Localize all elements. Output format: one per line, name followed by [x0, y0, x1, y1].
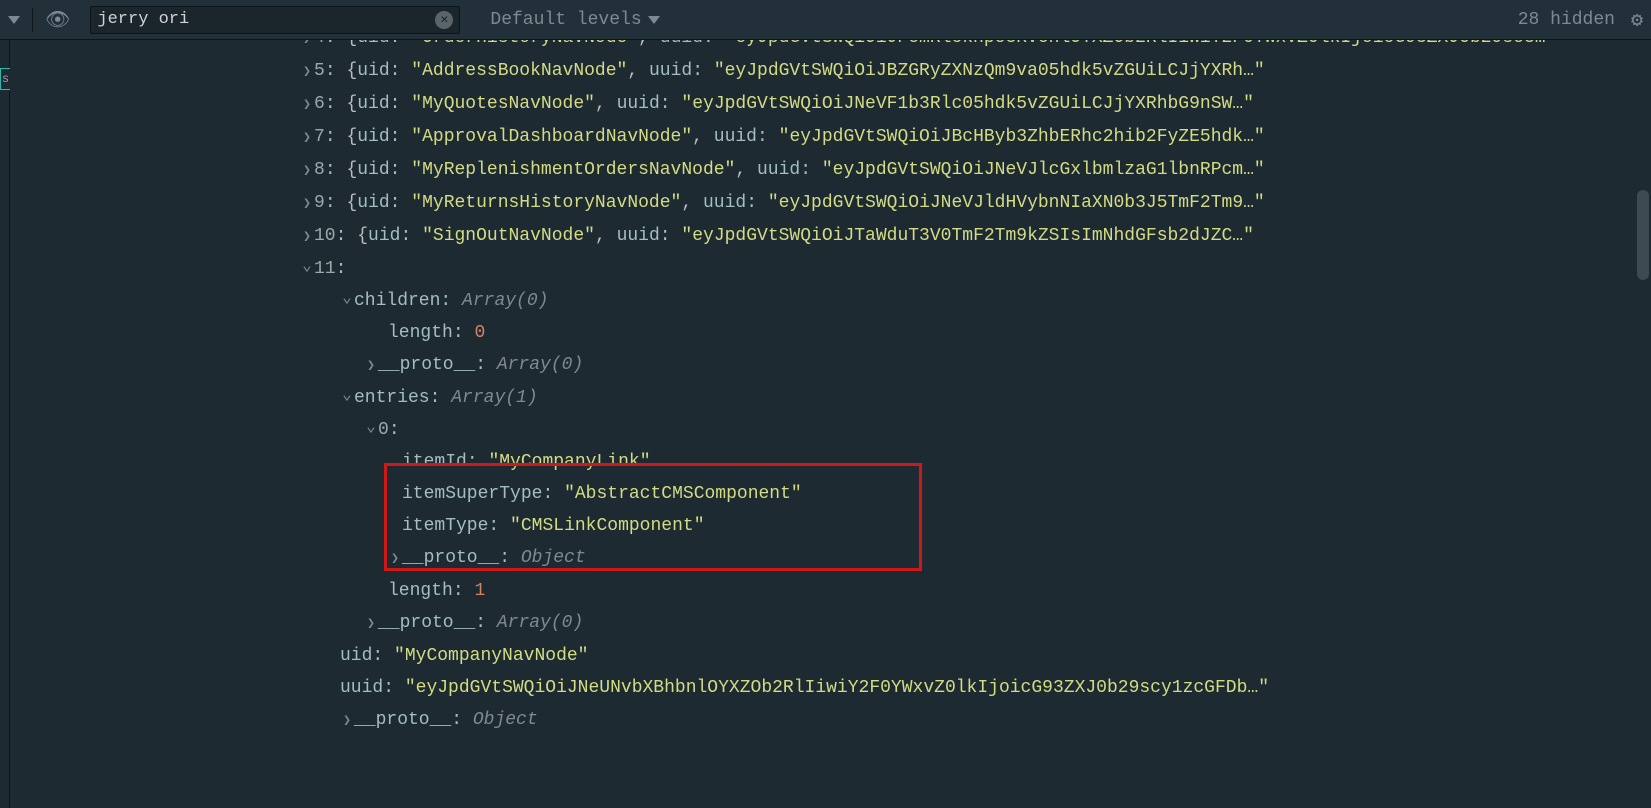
tree-row-uuid[interactable]: uuid: "eyJpdGVtSWQiOiJNeUNvbXBhbnlOYXZOb…: [10, 672, 1651, 704]
collapse-icon[interactable]: [340, 382, 354, 414]
expand-icon[interactable]: [364, 607, 378, 640]
expand-icon[interactable]: [300, 40, 314, 55]
tree-row[interactable]: 10: {uid: "SignOutNavNode", uuid: "eyJpd…: [10, 220, 1651, 253]
gear-icon[interactable]: ⚙: [1631, 7, 1643, 33]
tree-row-entries[interactable]: entries: Array(1): [10, 382, 1651, 414]
tree-row-uid[interactable]: uid: "MyCompanyNavNode": [10, 640, 1651, 672]
tree-row-expanded[interactable]: 11:: [10, 253, 1651, 285]
tree-row-proto[interactable]: __proto__: Object: [10, 542, 1651, 575]
left-rail: s: [0, 40, 10, 808]
tree-row[interactable]: 5: {uid: "AddressBookNavNode", uuid: "ey…: [10, 55, 1651, 88]
expand-icon[interactable]: [300, 55, 314, 88]
collapse-icon[interactable]: [364, 414, 378, 446]
tree-row-length[interactable]: length: 0: [10, 317, 1651, 349]
expand-icon[interactable]: [300, 187, 314, 220]
expand-icon[interactable]: [300, 88, 314, 121]
left-rail-tab[interactable]: s: [0, 68, 10, 90]
object-tree[interactable]: 4: {uid: "OrderHistoryNavNode", uuid: "e…: [10, 40, 1651, 808]
clear-filter-icon[interactable]: ✕: [435, 11, 453, 29]
expand-icon[interactable]: [340, 704, 354, 737]
collapse-icon[interactable]: [340, 285, 354, 317]
filter-input[interactable]: [97, 10, 435, 29]
vertical-scroll-thumb[interactable]: [1637, 190, 1649, 280]
expand-icon[interactable]: [300, 121, 314, 154]
tree-row-itemtype[interactable]: itemType: "CMSLinkComponent": [10, 510, 1651, 542]
expand-icon[interactable]: [300, 154, 314, 187]
tree-row[interactable]: 9: {uid: "MyReturnsHistoryNavNode", uuid…: [10, 187, 1651, 220]
sidebar-toggle-icon[interactable]: [8, 16, 20, 24]
tree-row-itemsupertype[interactable]: itemSuperType: "AbstractCMSComponent": [10, 478, 1651, 510]
tree-row-itemid[interactable]: itemId: "MyCompanyLink": [10, 446, 1651, 478]
tree-row-entry0[interactable]: 0:: [10, 414, 1651, 446]
tree-row-proto[interactable]: __proto__: Array(0): [10, 607, 1651, 640]
expand-icon[interactable]: [388, 542, 402, 575]
log-levels-dropdown[interactable]: Default levels: [490, 10, 659, 30]
console-content: s 4: {uid: "OrderHistoryNavNode", uuid: …: [0, 40, 1651, 808]
eye-icon[interactable]: 👁: [45, 7, 70, 33]
tree-row[interactable]: 8: {uid: "MyReplenishmentOrdersNavNode",…: [10, 154, 1651, 187]
console-toolbar: 👁 ✕ Default levels 28 hidden ⚙: [0, 0, 1651, 40]
expand-icon[interactable]: [300, 220, 314, 253]
tree-row-proto[interactable]: __proto__: Array(0): [10, 349, 1651, 382]
filter-box: ✕: [90, 6, 460, 34]
hidden-count[interactable]: 28 hidden: [1518, 10, 1615, 30]
chevron-down-icon: [648, 16, 660, 24]
tree-row[interactable]: 4: {uid: "OrderHistoryNavNode", uuid: "e…: [10, 40, 1651, 55]
tree-row-children[interactable]: children: Array(0): [10, 285, 1651, 317]
tree-row-proto[interactable]: __proto__: Object: [10, 704, 1651, 737]
expand-icon[interactable]: [364, 349, 378, 382]
tree-row[interactable]: 6: {uid: "MyQuotesNavNode", uuid: "eyJpd…: [10, 88, 1651, 121]
collapse-icon[interactable]: [300, 253, 314, 285]
levels-label: Default levels: [490, 10, 641, 30]
tree-row-length[interactable]: length: 1: [10, 575, 1651, 607]
tree-row[interactable]: 7: {uid: "ApprovalDashboardNavNode", uui…: [10, 121, 1651, 154]
